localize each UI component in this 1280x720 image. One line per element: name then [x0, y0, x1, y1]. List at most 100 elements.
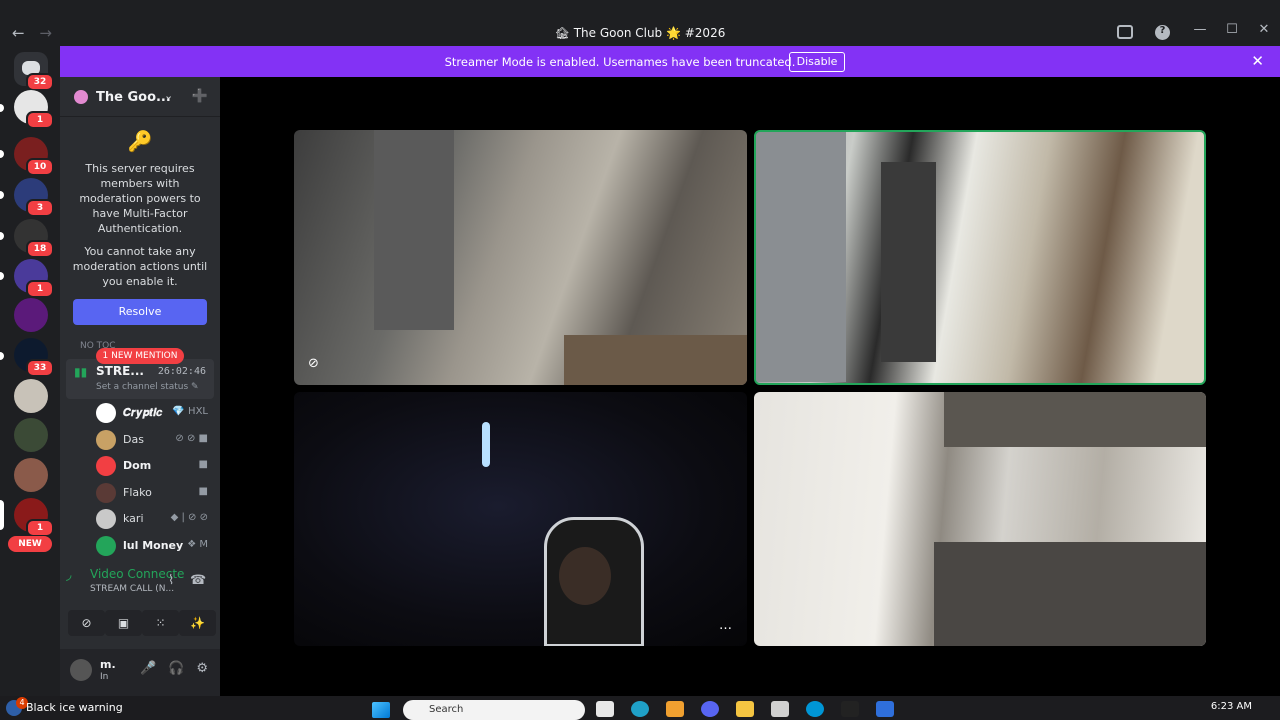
taskbar-search[interactable]: Search [403, 700, 585, 720]
app-icon[interactable] [666, 701, 684, 717]
voice-channel-subtitle[interactable]: STREAM CALL (N... [90, 584, 174, 594]
voice-channel-icon: ▮▮ [74, 365, 88, 379]
camera-off-button[interactable]: ⊘ [68, 610, 105, 636]
fridge-shape [374, 130, 454, 330]
title-bar: ← → 🏚 The Goon Club 🌟 #2026 ? — ☐ ✕ [0, 0, 1280, 46]
camera-off-icon[interactable]: ⊘ [308, 356, 319, 371]
headset-icon[interactable]: 🎧 [168, 661, 184, 676]
signal-icon[interactable]: ◞ [66, 567, 71, 583]
help-icon[interactable]: ? [1155, 25, 1170, 40]
more-options-icon[interactable]: … [719, 618, 732, 633]
hp-icon[interactable] [806, 701, 824, 717]
minimize-button[interactable]: — [1184, 22, 1216, 37]
server-icon[interactable]: 33 [14, 338, 54, 377]
mfa-notice: 🔑 This server requires members with mode… [60, 129, 220, 289]
unread-pill [0, 272, 4, 280]
voice-member[interactable]: 𝑪𝒓𝒚𝒑𝒕𝒊𝒄 💎 HXL [96, 399, 214, 426]
member-status-icons: 💎 HXL [172, 406, 208, 417]
settings-gear-icon[interactable]: ⚙ [196, 661, 208, 676]
activities-button[interactable]: ⁙ [142, 610, 179, 636]
voice-member[interactable]: Das ⊘ ⊘ ■ [96, 426, 214, 453]
discord-taskbar-icon[interactable] [701, 701, 719, 717]
server-icon[interactable] [14, 298, 48, 332]
soundboard-button[interactable]: ✨ [179, 610, 216, 636]
channel-sidebar: The Goo... ⌄ ➕ 🔑 This server requires me… [60, 77, 220, 696]
avatar [96, 535, 116, 556]
weather-text[interactable]: Black ice warning [26, 701, 123, 714]
selected-pill [0, 500, 4, 530]
noise-suppression-icon[interactable]: ⌇ [168, 573, 174, 588]
unread-badge: 18 [26, 240, 54, 258]
server-name: The Goo... [96, 90, 171, 105]
voice-member[interactable]: Flako ■ [96, 479, 214, 506]
disconnect-icon[interactable]: ☎ [190, 573, 206, 588]
voice-channel[interactable]: ▮▮ STRE... 26:02:46 Set a channel status… [66, 359, 214, 399]
folder-icon[interactable] [736, 701, 754, 717]
mfa-text: This server requires members with modera… [79, 162, 201, 235]
unread-badge: 1 [26, 111, 54, 129]
server-header[interactable]: The Goo... ⌄ ➕ [60, 77, 220, 117]
taskbar-clock[interactable]: 6:23 AM [1211, 701, 1252, 712]
avatar [96, 456, 116, 477]
key-icon: 🔑 [127, 129, 153, 153]
server-icon[interactable]: 1 [14, 498, 54, 537]
avatar[interactable] [70, 659, 92, 681]
server-icon[interactable] [14, 418, 48, 452]
server-icon[interactable] [14, 379, 48, 413]
video-tile[interactable]: ⊘ [294, 130, 747, 385]
edge-icon[interactable] [631, 701, 649, 717]
voice-member[interactable]: Dom ■ [96, 452, 214, 479]
screen-share-button[interactable]: ▣ [105, 610, 142, 636]
banner-close-icon[interactable]: ✕ [1251, 52, 1264, 70]
mic-muted-icon[interactable]: 🎤 [140, 661, 156, 676]
unread-badge: 1 [26, 280, 54, 298]
video-tile[interactable] [754, 392, 1206, 646]
windows-taskbar: 4 Black ice warning Search 6:23 AM [0, 696, 1280, 720]
close-button[interactable]: ✕ [1248, 22, 1280, 37]
server-icon[interactable]: 10 [14, 137, 54, 176]
server-icon[interactable]: 1 [14, 90, 54, 129]
member-name: Das [123, 432, 144, 446]
inbox-icon[interactable] [1117, 25, 1133, 39]
server-icon[interactable]: 18 [14, 219, 54, 258]
server-icon[interactable]: 1 [14, 259, 54, 298]
unread-pill [0, 104, 4, 112]
server-icon[interactable]: 3 [14, 178, 54, 217]
app-icon[interactable] [841, 701, 859, 717]
home-button[interactable]: 32 [14, 52, 54, 91]
maximize-button[interactable]: ☐ [1216, 22, 1248, 37]
video-tile-speaking[interactable] [754, 130, 1206, 385]
unread-pill [0, 232, 4, 240]
windows-start-icon[interactable] [372, 702, 390, 718]
app-icon[interactable] [876, 701, 894, 717]
voice-member[interactable]: lul Money ❖ M [96, 532, 214, 559]
new-unreads-pill[interactable]: NEW [8, 536, 52, 552]
video-tile[interactable]: … [294, 392, 747, 646]
disable-streamer-mode-button[interactable]: Disable [789, 52, 845, 72]
cabinet-shape [944, 392, 1206, 447]
user-status: In [100, 672, 109, 682]
avatar [96, 509, 116, 530]
store-icon[interactable] [771, 701, 789, 717]
mfa-text-2: You cannot take any moderation actions u… [72, 245, 208, 288]
channel-status-input[interactable]: Set a channel status ✎ [96, 382, 199, 392]
add-member-icon[interactable]: ➕ [192, 89, 208, 104]
unread-pill [0, 352, 4, 360]
counter-shape [564, 335, 747, 385]
fridge-shape [756, 132, 846, 382]
banner-message: Streamer Mode is enabled. Usernames have… [444, 55, 796, 69]
taskbar-apps [596, 701, 894, 717]
voice-channel-timer: 26:02:46 [157, 366, 206, 377]
member-name: 𝑪𝒓𝒚𝒑𝒕𝒊𝒄 [123, 406, 163, 419]
member-name: Flako [123, 485, 152, 499]
file-icon[interactable] [596, 701, 614, 717]
avatar [96, 429, 116, 450]
member-status-icons: ■ [198, 459, 208, 471]
streamer-mode-banner: Streamer Mode is enabled. Usernames have… [60, 46, 1280, 77]
voice-member[interactable]: kari ◆ | ⊘ ⊘ [96, 505, 214, 532]
new-mention-pill[interactable]: 1 NEW MENTION [96, 348, 184, 364]
member-name: kari [123, 512, 144, 526]
resolve-button[interactable]: Resolve [73, 299, 207, 325]
server-icon[interactable] [14, 458, 48, 492]
pantry-shape [881, 162, 936, 362]
